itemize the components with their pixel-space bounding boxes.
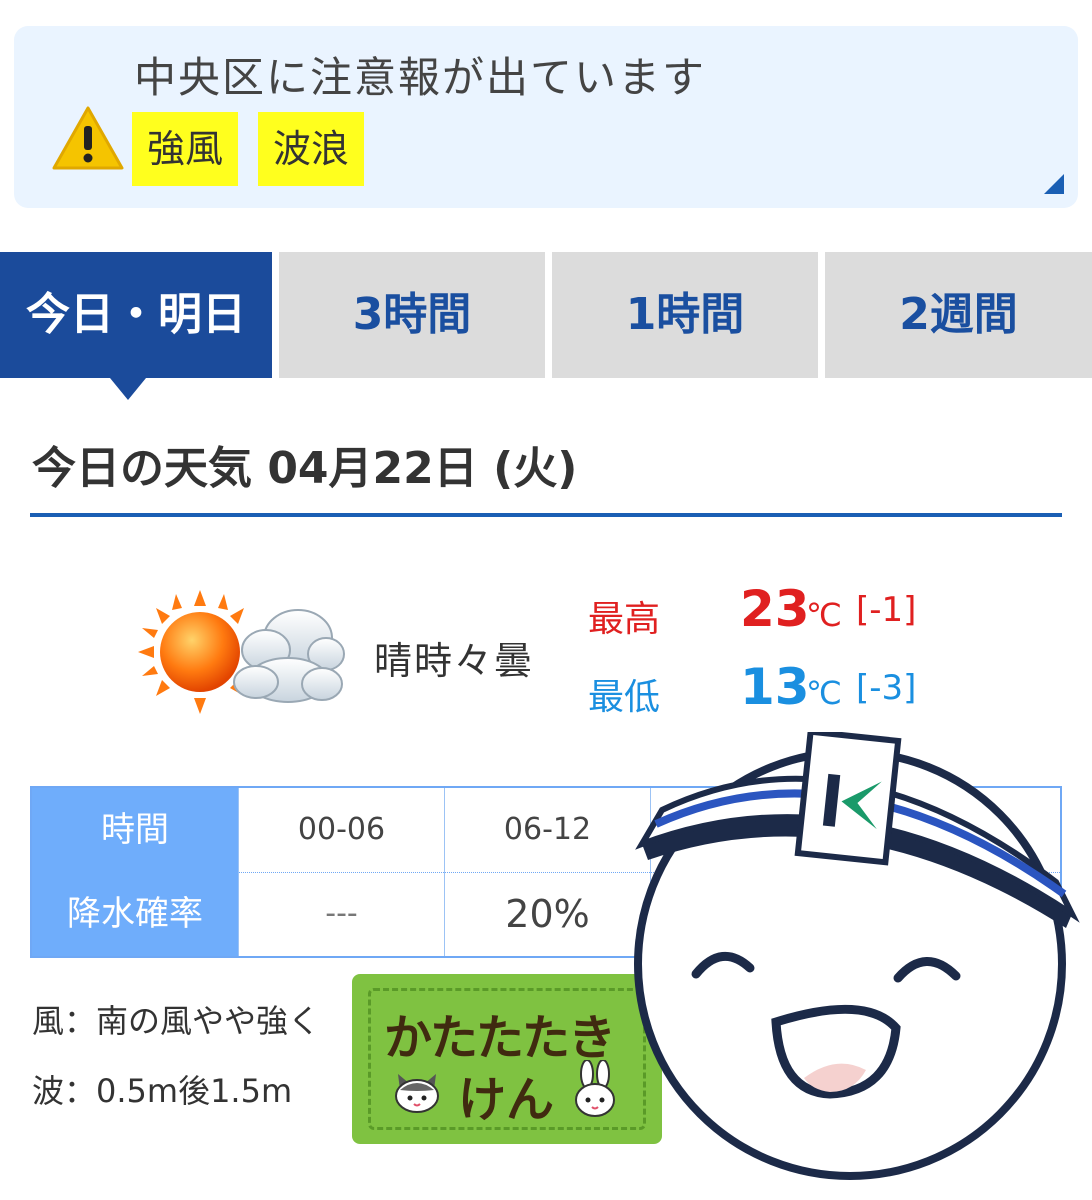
high-temp-unit: ℃: [806, 596, 842, 634]
low-temp-value: 13: [740, 658, 810, 716]
low-temp-unit: ℃: [806, 674, 842, 712]
page-title: 今日の天気 04月22日 (火): [32, 443, 578, 494]
high-temp-value: 23: [740, 580, 810, 638]
precip-cell: ---: [238, 872, 444, 956]
tab-2-weeks[interactable]: 2週間: [825, 252, 1092, 378]
active-tab-pointer: [110, 378, 146, 400]
weather-condition: 晴時々曇: [374, 639, 535, 683]
tab-1-hour[interactable]: 1時間: [552, 252, 818, 378]
sticker-text-line2: けん: [458, 1072, 555, 1128]
low-temp-label: 最低: [588, 677, 661, 718]
warning-badge-waves[interactable]: 波浪: [258, 112, 364, 186]
tab-today-tomorrow[interactable]: 今日・明日: [0, 252, 272, 378]
time-cell: 00-06: [238, 788, 444, 872]
cat-face-icon: [395, 1074, 439, 1113]
tab-3-hours[interactable]: 3時間: [279, 252, 545, 378]
title-divider: [30, 513, 1062, 517]
time-header: 時間: [32, 788, 238, 872]
sun-cloud-icon: [138, 590, 345, 714]
expand-corner-icon: [1044, 174, 1064, 194]
warning-icon: [52, 106, 124, 170]
precip-header: 降水確率: [32, 872, 238, 956]
low-temp-diff: [-3]: [856, 668, 917, 708]
mascot-character: [634, 732, 1080, 1180]
wave-info: 波：0.5m後1.5m: [32, 1072, 293, 1110]
precip-cell: 20%: [444, 872, 650, 956]
warning-badge-strong-wind[interactable]: 強風: [132, 112, 238, 186]
wind-info: 風：南の風やや強く: [32, 1002, 321, 1040]
high-temp-label: 最高: [588, 599, 661, 640]
sticker-text-line1: かたたたき: [384, 1010, 616, 1066]
rabbit-face-icon: [575, 1060, 615, 1117]
time-cell: 06-12: [444, 788, 650, 872]
high-temp-diff: [-1]: [856, 590, 917, 630]
alert-title: 中央区に注意報が出ています: [134, 53, 707, 102]
